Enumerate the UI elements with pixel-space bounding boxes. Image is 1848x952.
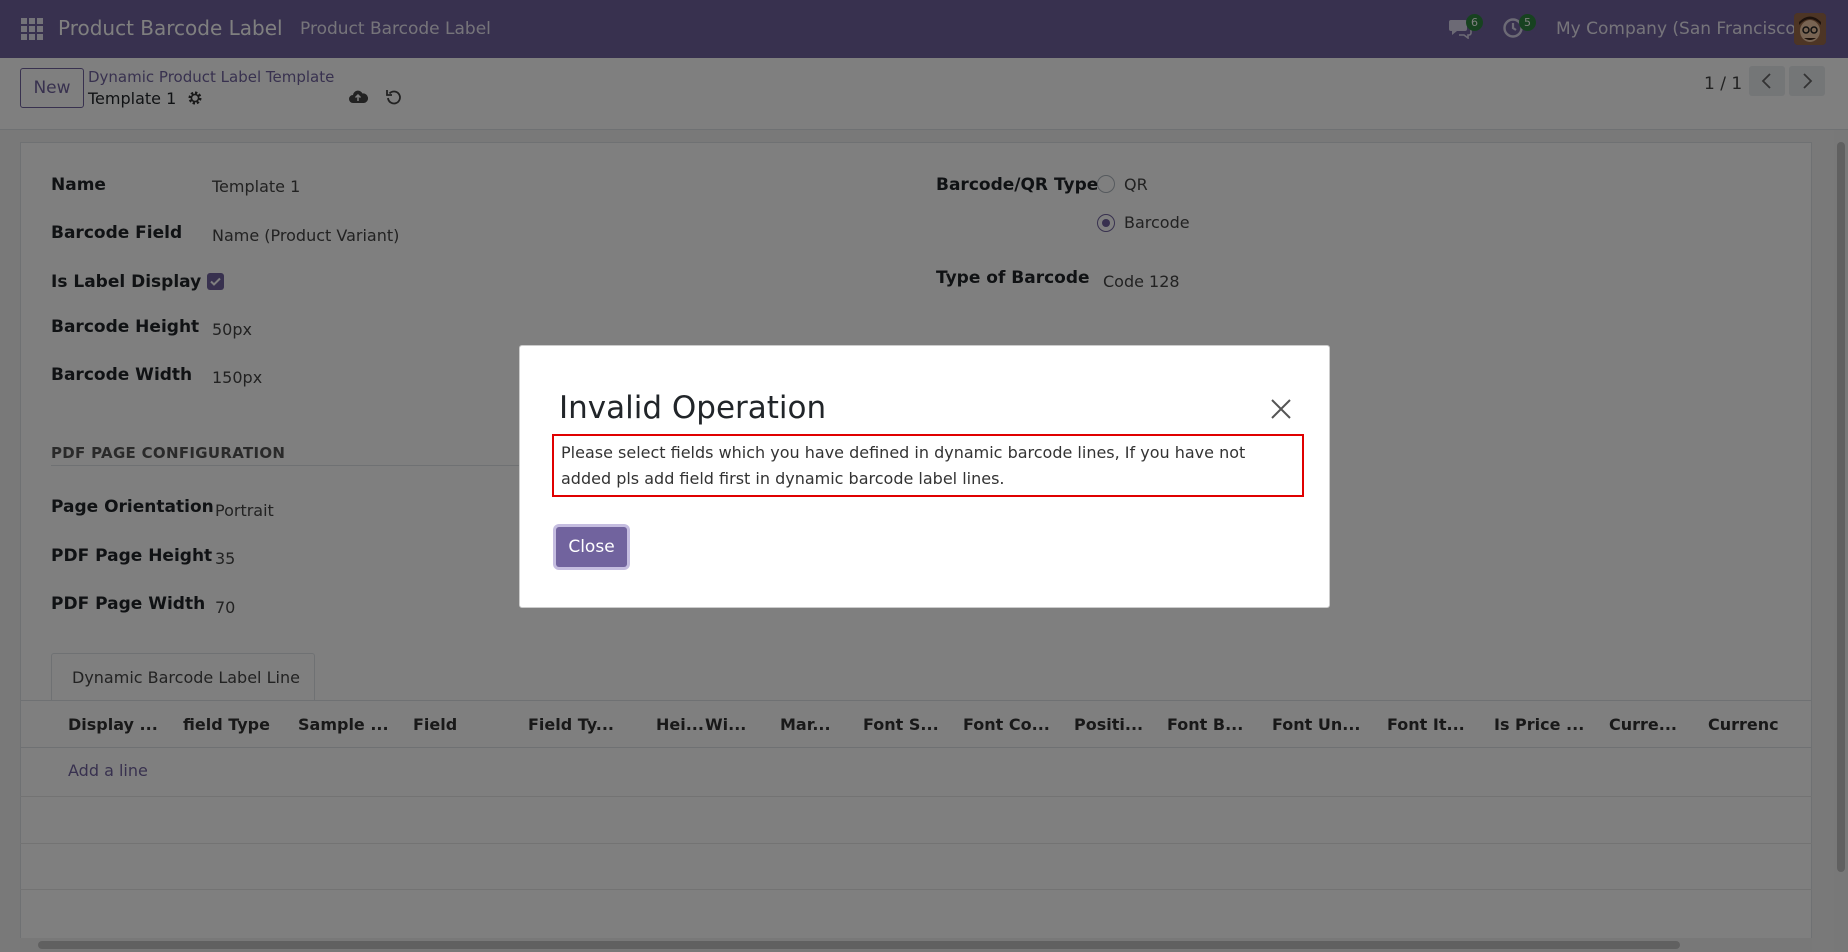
- invalid-operation-dialog: Invalid Operation Please select fields w…: [519, 345, 1330, 608]
- close-button[interactable]: Close: [556, 527, 627, 567]
- dialog-message: Please select fields which you have defi…: [552, 434, 1304, 497]
- close-icon[interactable]: [1270, 398, 1292, 420]
- dialog-title: Invalid Operation: [559, 390, 827, 426]
